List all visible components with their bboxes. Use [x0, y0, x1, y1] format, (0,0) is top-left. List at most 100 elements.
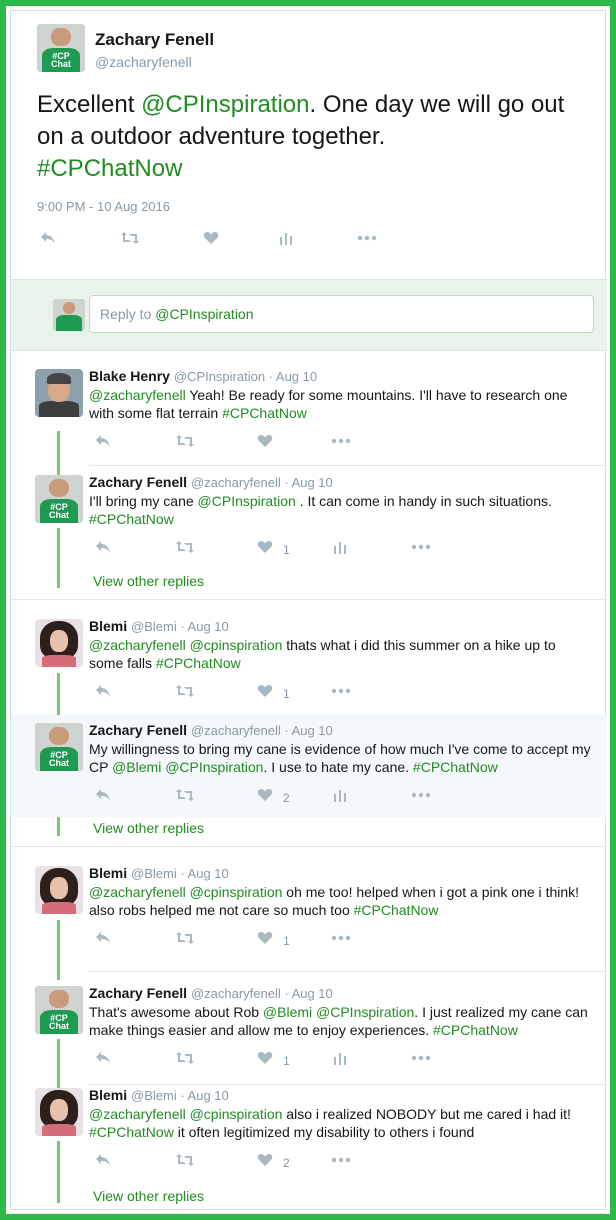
- author-name-text[interactable]: Blake Henry: [89, 368, 170, 384]
- tweet-text: @zacharyfenell @cpinspiration thats what…: [89, 636, 597, 672]
- reply-icon[interactable]: [40, 231, 56, 245]
- avatar[interactable]: #CP Chat: [35, 723, 83, 771]
- like-icon[interactable]: [257, 684, 273, 698]
- reply-icon[interactable]: [95, 434, 111, 448]
- author-name-text[interactable]: Blemi: [89, 1087, 127, 1103]
- more-icon[interactable]: [411, 544, 431, 550]
- author-meta[interactable]: @zacharyfenell · Aug 10: [191, 723, 333, 738]
- reply-input[interactable]: Reply to @CPInspiration: [89, 295, 594, 333]
- hashtag-link[interactable]: #CPChatNow: [413, 759, 498, 775]
- analytics-icon[interactable]: [333, 1052, 347, 1065]
- analytics-icon[interactable]: [279, 232, 293, 245]
- mention-link[interactable]: @zacharyfenell: [89, 1106, 186, 1122]
- mention-link[interactable]: @cpinspiration: [190, 1106, 283, 1122]
- mention-link[interactable]: @zacharyfenell: [89, 637, 186, 653]
- avatar[interactable]: [35, 866, 83, 914]
- author-meta[interactable]: @Blemi · Aug 10: [131, 619, 229, 634]
- author-name[interactable]: Blemi @Blemi · Aug 10: [89, 865, 229, 881]
- more-icon[interactable]: [411, 792, 431, 798]
- mention-link[interactable]: @CPInspiration: [141, 91, 309, 118]
- mention-link[interactable]: @zacharyfenell: [89, 387, 186, 403]
- avatar[interactable]: [35, 369, 83, 417]
- reply-icon[interactable]: [95, 788, 111, 802]
- hashtag-link[interactable]: #CPChatNow: [156, 655, 241, 671]
- author-name[interactable]: Blemi @Blemi · Aug 10: [89, 618, 229, 634]
- more-icon[interactable]: [331, 1157, 351, 1163]
- more-icon[interactable]: [331, 438, 351, 444]
- screenshot-frame: #CP Chat Zachary Fenell @zacharyfenell Ex…: [0, 0, 616, 1220]
- author-meta[interactable]: @zacharyfenell · Aug 10: [191, 475, 333, 490]
- analytics-icon[interactable]: [333, 541, 347, 554]
- like-icon[interactable]: [257, 434, 273, 448]
- author-name[interactable]: Blemi @Blemi · Aug 10: [89, 1087, 229, 1103]
- author-name[interactable]: Zachary Fenell @zacharyfenell · Aug 10: [89, 722, 333, 738]
- reply-icon[interactable]: [95, 931, 111, 945]
- analytics-icon[interactable]: [333, 789, 347, 802]
- thread-line: [57, 528, 60, 588]
- mention-link[interactable]: @zacharyfenell: [89, 884, 186, 900]
- avatar[interactable]: [35, 619, 83, 667]
- mention-link[interactable]: @Blemi: [263, 1004, 312, 1020]
- mention-link[interactable]: @Blemi: [112, 759, 161, 775]
- avatar[interactable]: #CP Chat: [37, 24, 85, 72]
- thread-line: [57, 920, 60, 980]
- mention-link[interactable]: @cpinspiration: [190, 637, 283, 653]
- thread-line: [57, 1141, 60, 1203]
- retweet-icon[interactable]: [175, 931, 195, 945]
- hashtag-link[interactable]: #CPChatNow: [89, 1124, 174, 1140]
- avatar[interactable]: [35, 1088, 83, 1136]
- author-handle[interactable]: @zacharyfenell: [95, 54, 192, 70]
- like-icon[interactable]: [257, 788, 273, 802]
- view-other-replies-link[interactable]: View other replies: [93, 573, 204, 589]
- author-name-text[interactable]: Zachary Fenell: [89, 474, 187, 490]
- like-icon[interactable]: [257, 540, 273, 554]
- like-icon[interactable]: [257, 931, 273, 945]
- retweet-icon[interactable]: [175, 788, 195, 802]
- like-icon[interactable]: [257, 1051, 273, 1065]
- reply-icon[interactable]: [95, 540, 111, 554]
- avatar[interactable]: #CP Chat: [35, 475, 83, 523]
- hashtag-link[interactable]: #CPChatNow: [433, 1022, 518, 1038]
- divider: [11, 599, 607, 600]
- retweet-icon[interactable]: [175, 1153, 195, 1167]
- view-other-replies-link[interactable]: View other replies: [93, 820, 204, 836]
- mention-link[interactable]: @CPInspiration: [316, 1004, 414, 1020]
- author-meta[interactable]: @zacharyfenell · Aug 10: [191, 986, 333, 1001]
- tweet-text-line: That's awesome about Rob @Blemi @CPInspi…: [89, 1004, 588, 1020]
- author-name[interactable]: Zachary Fenell @zacharyfenell · Aug 10: [89, 474, 333, 490]
- author-name-text[interactable]: Blemi: [89, 865, 127, 881]
- mention-link[interactable]: @cpinspiration: [190, 884, 283, 900]
- retweet-icon[interactable]: [175, 1051, 195, 1065]
- like-icon[interactable]: [203, 231, 219, 245]
- reply-icon[interactable]: [95, 684, 111, 698]
- more-icon[interactable]: [331, 935, 351, 941]
- author-name-text[interactable]: Blemi: [89, 618, 127, 634]
- retweet-icon[interactable]: [120, 231, 140, 245]
- author-meta[interactable]: @Blemi · Aug 10: [131, 1088, 229, 1103]
- timestamp[interactable]: 9:00 PM - 10 Aug 2016: [37, 199, 170, 214]
- more-icon[interactable]: [331, 688, 351, 694]
- author-meta[interactable]: @CPInspiration · Aug 10: [174, 369, 317, 384]
- more-icon[interactable]: [357, 235, 377, 241]
- like-icon[interactable]: [257, 1153, 273, 1167]
- reply-icon[interactable]: [95, 1153, 111, 1167]
- more-icon[interactable]: [411, 1055, 431, 1061]
- mention-link[interactable]: @CPInspiration: [198, 493, 296, 509]
- reply-icon[interactable]: [95, 1051, 111, 1065]
- hashtag-link[interactable]: #CPChatNow: [37, 155, 182, 182]
- author-name[interactable]: Zachary Fenell @zacharyfenell · Aug 10: [89, 985, 333, 1001]
- view-other-replies-link[interactable]: View other replies: [93, 1188, 204, 1204]
- author-name-text[interactable]: Zachary Fenell: [89, 722, 187, 738]
- retweet-icon[interactable]: [175, 684, 195, 698]
- author-name[interactable]: Zachary Fenell: [95, 30, 214, 50]
- hashtag-link[interactable]: #CPChatNow: [354, 902, 439, 918]
- avatar[interactable]: #CP Chat: [35, 986, 83, 1034]
- mention-link[interactable]: @CPInspiration: [165, 759, 263, 775]
- hashtag-link[interactable]: #CPChatNow: [222, 405, 307, 421]
- retweet-icon[interactable]: [175, 540, 195, 554]
- hashtag-link[interactable]: #CPChatNow: [89, 511, 174, 527]
- author-meta[interactable]: @Blemi · Aug 10: [131, 866, 229, 881]
- author-name[interactable]: Blake Henry @CPInspiration · Aug 10: [89, 368, 317, 384]
- author-name-text[interactable]: Zachary Fenell: [89, 985, 187, 1001]
- retweet-icon[interactable]: [175, 434, 195, 448]
